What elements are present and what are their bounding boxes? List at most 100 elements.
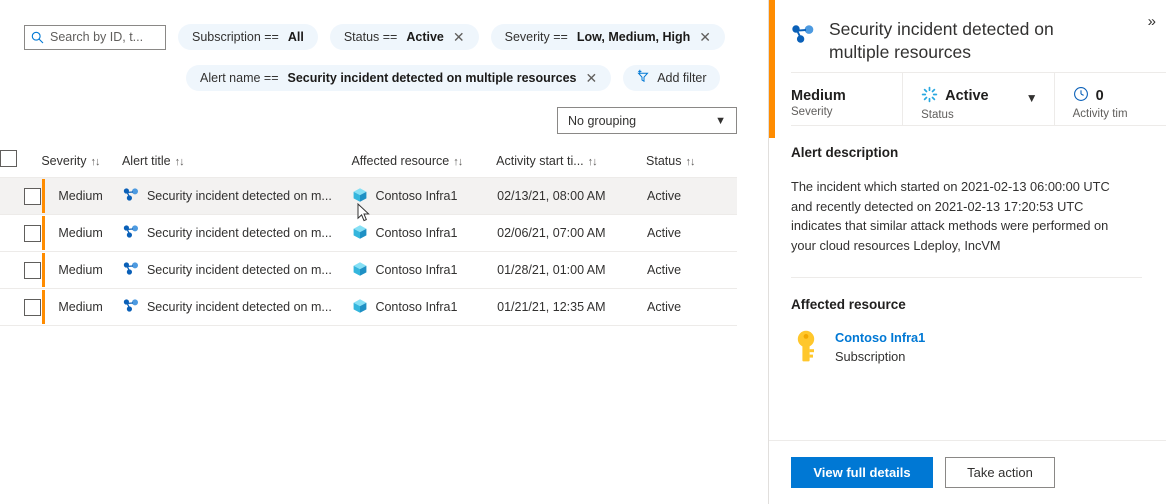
- take-action-button[interactable]: Take action: [945, 457, 1055, 488]
- table-row[interactable]: Medium: [0, 289, 737, 326]
- sort-icon[interactable]: ↑↓: [175, 156, 184, 168]
- row-checkbox[interactable]: [24, 299, 41, 316]
- row-status-cell: Active: [646, 215, 737, 252]
- severity-label: Medium: [58, 300, 102, 314]
- row-checkbox[interactable]: [24, 188, 41, 205]
- affected-resource-heading: Affected resource: [791, 297, 1142, 312]
- filter-row-secondary: Alert name == Security incident detected…: [0, 63, 768, 93]
- filter-key: Alert name ==: [200, 71, 279, 85]
- table-header-row: Severity ↑↓ Alert title ↑↓ Affected resour…: [0, 150, 737, 178]
- filter-pill-status[interactable]: Status == Active ✕: [330, 24, 479, 50]
- row-alert-title-cell: Security incident detected on m...: [122, 252, 351, 289]
- search-icon: [31, 31, 44, 44]
- filter-key: Severity ==: [505, 30, 568, 44]
- grouping-selected-value: No grouping: [568, 114, 636, 128]
- row-start-time-cell: 01/28/21, 01:00 AM: [496, 252, 646, 289]
- resource-name-text: Contoso Infra1: [375, 189, 457, 203]
- row-start-time-cell: 02/06/21, 07:00 AM: [496, 215, 646, 252]
- row-alert-title-cell: Security incident detected on m...: [122, 215, 351, 252]
- column-header-affected-resource[interactable]: Affected resource↑↓: [351, 150, 496, 178]
- alerts-page: Search by ID, t... Subscription == All S…: [0, 0, 1166, 504]
- add-filter-label: Add filter: [657, 71, 706, 85]
- filter-value: Active: [406, 30, 444, 44]
- row-resource-cell: Contoso Infra1: [351, 215, 496, 252]
- resource-name-text: Contoso Infra1: [375, 226, 457, 240]
- search-placeholder: Search by ID, t...: [50, 30, 143, 44]
- incident-icon: [791, 18, 817, 49]
- resource-cube-icon: [352, 187, 368, 206]
- select-all-checkbox[interactable]: [0, 150, 17, 167]
- severity-indicator-bar: [42, 290, 45, 324]
- close-icon[interactable]: ✕: [585, 71, 597, 85]
- filter-key: Subscription ==: [192, 30, 279, 44]
- filter-pill-alert-name[interactable]: Alert name == Security incident detected…: [186, 65, 611, 91]
- column-label: Severity: [41, 154, 86, 168]
- active-status-icon: [921, 86, 938, 107]
- panel-metrics: Medium Severity: [791, 72, 1166, 126]
- column-header-alert-title[interactable]: Alert title ↑↓: [122, 150, 351, 178]
- table-row[interactable]: Medium: [0, 252, 737, 289]
- metric-value: Medium: [791, 88, 886, 104]
- column-label: Activity start ti...: [496, 154, 584, 168]
- add-filter-button[interactable]: Add filter: [623, 65, 719, 91]
- sort-icon[interactable]: ↑↓: [588, 156, 597, 168]
- row-select-cell: [0, 178, 41, 215]
- panel-content: Security incident detected on multiple r…: [769, 0, 1166, 366]
- affected-resource-item[interactable]: Contoso Infra1 Subscription: [791, 329, 1142, 366]
- alert-description-section: Alert description The incident which sta…: [791, 126, 1166, 255]
- row-severity-cell: Medium: [41, 252, 122, 289]
- row-checkbox[interactable]: [24, 262, 41, 279]
- column-header-severity[interactable]: Severity ↑↓: [41, 150, 122, 178]
- filter-toolbar: Search by ID, t... Subscription == All S…: [0, 0, 768, 134]
- column-header-activity-start-time[interactable]: Activity start ti... ↑↓: [496, 150, 646, 178]
- row-select-cell: [0, 289, 41, 326]
- view-full-details-button[interactable]: View full details: [791, 457, 933, 488]
- panel-header: Security incident detected on multiple r…: [791, 0, 1166, 72]
- severity-label: Medium: [58, 263, 102, 277]
- select-all-header: [0, 150, 41, 178]
- sort-icon[interactable]: ↑↓: [453, 156, 462, 168]
- grouping-row: No grouping ▼: [0, 107, 768, 134]
- row-start-time-cell: 02/13/21, 08:00 AM: [496, 178, 646, 215]
- row-status-cell: Active: [646, 252, 737, 289]
- search-input[interactable]: Search by ID, t...: [24, 25, 166, 50]
- filter-pill-severity[interactable]: Severity == Low, Medium, High ✕: [491, 24, 725, 50]
- clock-icon: [1073, 86, 1089, 106]
- alert-title-text: Security incident detected on m...: [147, 189, 332, 203]
- alerts-table: Severity ↑↓ Alert title ↑↓ Affected resour…: [0, 150, 737, 326]
- metric-severity: Medium Severity: [791, 73, 902, 125]
- row-status-cell: Active: [646, 178, 737, 215]
- incident-icon: [123, 224, 140, 242]
- row-select-cell: [0, 215, 41, 252]
- close-icon[interactable]: ✕: [699, 30, 711, 44]
- affected-resource-text: Contoso Infra1 Subscription: [835, 329, 925, 366]
- row-severity-cell: Medium: [41, 215, 122, 252]
- filter-row-primary: Search by ID, t... Subscription == All S…: [0, 22, 768, 52]
- row-resource-cell: Contoso Infra1: [351, 178, 496, 215]
- filter-value: Low, Medium, High: [577, 30, 690, 44]
- close-icon[interactable]: ✕: [453, 30, 465, 44]
- row-alert-title-cell: Security incident detected on m...: [122, 289, 351, 326]
- affected-resource-link[interactable]: Contoso Infra1: [835, 329, 925, 348]
- affected-resource-section: Affected resource Contoso Infra1: [791, 278, 1166, 366]
- row-severity-cell: Medium: [41, 178, 122, 215]
- table-row[interactable]: Medium: [0, 178, 737, 215]
- metric-label: Activity tim: [1073, 108, 1150, 120]
- column-label: Alert title: [122, 154, 171, 168]
- metric-value: 0: [1096, 88, 1104, 104]
- resource-name-text: Contoso Infra1: [375, 300, 457, 314]
- severity-indicator-bar: [42, 253, 45, 287]
- resource-cube-icon: [352, 224, 368, 243]
- row-severity-cell: Medium: [41, 289, 122, 326]
- row-checkbox[interactable]: [24, 225, 41, 242]
- column-header-status[interactable]: Status ↑↓: [646, 150, 737, 178]
- alert-description-text: The incident which started on 2021-02-13…: [791, 177, 1111, 255]
- status-chevron-down-icon[interactable]: ▼: [1026, 91, 1038, 105]
- metric-status: Active Status ▼: [902, 73, 1054, 125]
- table-row[interactable]: Medium: [0, 215, 737, 252]
- column-label: Status: [646, 154, 681, 168]
- sort-icon[interactable]: ↑↓: [685, 156, 694, 168]
- grouping-select[interactable]: No grouping ▼: [557, 107, 737, 134]
- sort-icon[interactable]: ↑↓: [91, 156, 100, 168]
- filter-pill-subscription[interactable]: Subscription == All: [178, 24, 318, 50]
